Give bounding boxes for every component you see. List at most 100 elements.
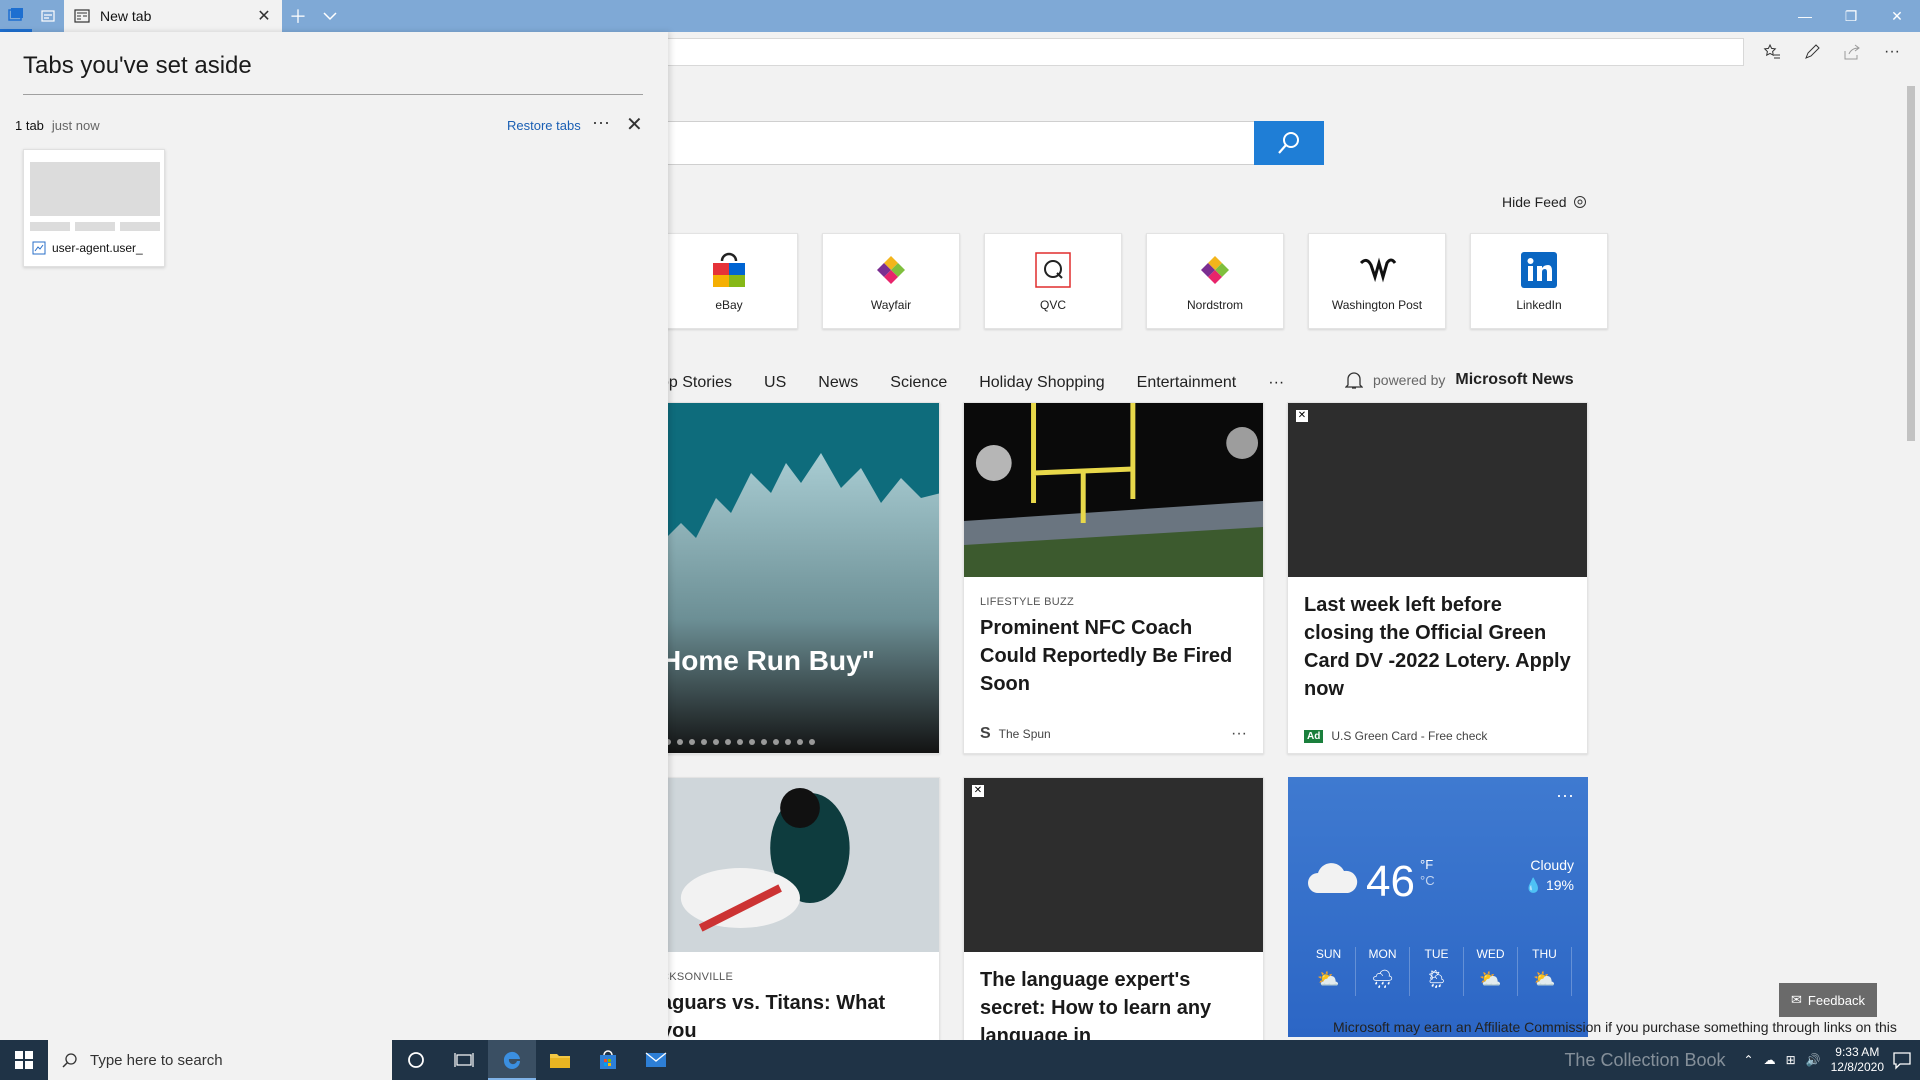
- close-tab-icon[interactable]: ✕: [256, 8, 272, 25]
- search-icon: [1278, 132, 1299, 154]
- sun-rain-icon: 🌦: [1425, 969, 1448, 989]
- forecast-day[interactable]: THU ⛅: [1518, 947, 1572, 996]
- wayfair-logo-icon: [871, 250, 911, 290]
- forecast-day[interactable]: TUE 🌦: [1410, 947, 1464, 996]
- powered-prefix: powered by: [1373, 372, 1446, 388]
- tab-list-chevron-icon[interactable]: [314, 0, 346, 32]
- tile-label: QVC: [1039, 298, 1066, 312]
- favorites-icon[interactable]: [1756, 36, 1788, 68]
- card-advertiser: U.S Green Card - Free check: [1331, 729, 1488, 743]
- ad-image-placeholder: ✕: [1288, 403, 1587, 577]
- action-center-icon[interactable]: [1892, 1050, 1912, 1070]
- set-aside-tabs-icon[interactable]: [0, 0, 32, 32]
- unit-celsius[interactable]: °C: [1420, 873, 1435, 889]
- top-site-nordstrom[interactable]: Nordstrom: [1146, 233, 1284, 329]
- publisher-logo-icon: S: [980, 725, 991, 742]
- task-view-button[interactable]: [440, 1040, 488, 1080]
- onedrive-icon[interactable]: ☁: [1764, 1053, 1776, 1067]
- show-hidden-icons-chevron-icon[interactable]: ⌃: [1744, 1053, 1754, 1067]
- address-bar[interactable]: [600, 38, 1744, 66]
- web-note-pen-icon[interactable]: [1796, 36, 1828, 68]
- scrollbar-thumb[interactable]: [1907, 86, 1915, 441]
- panel-divider: [23, 94, 643, 95]
- news-card-nfc[interactable]: LIFESTYLE BUZZ Prominent NFC Coach Could…: [963, 402, 1264, 754]
- ad-card-language[interactable]: ✕ The language expert's secret: How to l…: [963, 777, 1264, 1040]
- more-categories-button[interactable]: ···: [1268, 374, 1284, 392]
- search-submit-button[interactable]: [1254, 121, 1324, 165]
- category-news[interactable]: News: [818, 374, 858, 392]
- restore-tabs-link[interactable]: Restore tabs: [507, 118, 581, 133]
- feedback-icon: ✉: [1791, 992, 1802, 1007]
- edge-taskbar-button[interactable]: [488, 1040, 536, 1080]
- search-icon: [62, 1053, 77, 1068]
- settings-more-icon[interactable]: ···: [1876, 36, 1908, 68]
- start-button[interactable]: [0, 1040, 48, 1080]
- weather-units[interactable]: °F °C: [1420, 857, 1435, 889]
- new-tab-button[interactable]: ＋: [282, 0, 314, 32]
- taskbar-clock[interactable]: 9:33 AM 12/8/2020: [1831, 1045, 1884, 1075]
- network-icon[interactable]: ⊞: [1786, 1053, 1796, 1067]
- title-bar: New tab ✕ ＋ — ❐ ✕: [0, 0, 1920, 32]
- store-button[interactable]: [584, 1040, 632, 1080]
- forecast-day[interactable]: SUN ⛅: [1302, 947, 1356, 996]
- share-icon[interactable]: [1836, 36, 1868, 68]
- category-science[interactable]: Science: [890, 374, 947, 392]
- forecast-day-label: THU: [1532, 947, 1557, 961]
- cortana-icon: [408, 1052, 424, 1068]
- web-search-box: [560, 121, 1324, 165]
- top-site-linkedin[interactable]: LinkedIn: [1470, 233, 1608, 329]
- volume-icon[interactable]: 🔊: [1806, 1053, 1821, 1067]
- forecast-day[interactable]: WED ⛅: [1464, 947, 1518, 996]
- category-holiday-shopping[interactable]: Holiday Shopping: [979, 374, 1104, 392]
- hide-feed-button[interactable]: Hide Feed: [1502, 194, 1587, 210]
- mail-button[interactable]: [632, 1040, 680, 1080]
- edge-icon: [503, 1051, 520, 1069]
- ad-card-green-card[interactable]: ✕ Last week left before closing the Offi…: [1287, 402, 1588, 754]
- weather-condition: Cloudy: [1530, 857, 1574, 873]
- tab-new-tab[interactable]: New tab ✕: [64, 0, 282, 32]
- title-bar-drag-area[interactable]: [346, 0, 1782, 32]
- news-card-jaguars[interactable]: CKSONVILLE aguars vs. Titans: What you: [660, 777, 940, 1040]
- category-us[interactable]: US: [764, 374, 786, 392]
- sun-cloud-icon: ⛅: [1317, 969, 1340, 989]
- card-more-button[interactable]: ···: [1231, 725, 1247, 743]
- page-scrollbar[interactable]: [1902, 72, 1920, 1040]
- ad-badge: Ad: [1304, 729, 1324, 743]
- weather-more-button[interactable]: ···: [1556, 785, 1574, 806]
- taskbar-search-box[interactable]: Type here to search: [48, 1040, 392, 1080]
- forecast-day-label: WED: [1476, 947, 1505, 961]
- top-site-ebay[interactable]: eBay: [660, 233, 798, 329]
- feedback-button[interactable]: ✉ Feedback: [1779, 983, 1877, 1017]
- minimize-button[interactable]: —: [1782, 0, 1828, 32]
- show-tab-previews-icon[interactable]: [32, 0, 64, 32]
- store-icon: [600, 1050, 616, 1069]
- cortana-button[interactable]: [392, 1040, 440, 1080]
- category-entertainment[interactable]: Entertainment: [1137, 374, 1237, 392]
- qvc-logo-icon: [1033, 250, 1073, 290]
- top-site-washington-post[interactable]: Washington Post: [1308, 233, 1446, 329]
- linkedin-logo-icon: [1519, 250, 1559, 290]
- close-window-button[interactable]: ✕: [1874, 0, 1920, 32]
- tab-group-more-button[interactable]: ···: [592, 112, 610, 133]
- file-explorer-button[interactable]: [536, 1040, 584, 1080]
- windows-taskbar: Type here to search The Collection Book …: [0, 1040, 1920, 1080]
- hero-card[interactable]: Home Run Buy": [660, 402, 940, 754]
- clock-date: 12/8/2020: [1830, 1060, 1884, 1074]
- feed-categories: op Stories US News Science Holiday Shopp…: [660, 374, 1284, 392]
- panel-title: Tabs you've set aside: [23, 52, 252, 79]
- restore-button[interactable]: ❐: [1828, 0, 1874, 32]
- set-aside-tab-thumbnail[interactable]: user-agent.user_: [23, 149, 165, 267]
- forecast-day[interactable]: MON 🌧: [1356, 947, 1410, 996]
- tabs-set-aside-panel: Tabs you've set aside 1 tab just now Rest…: [0, 32, 668, 1040]
- top-site-qvc[interactable]: QVC: [984, 233, 1122, 329]
- top-site-wayfair[interactable]: Wayfair: [822, 233, 960, 329]
- unit-fahrenheit[interactable]: °F: [1420, 857, 1435, 873]
- weather-card[interactable]: ··· 46 °F °C Cloudy 💧 19% SUN ⛅ MON 🌧 TUE 🌦…: [1288, 777, 1588, 1037]
- ad-choices-close-icon[interactable]: ✕: [1296, 410, 1308, 422]
- tile-label: Washington Post: [1331, 298, 1423, 312]
- category-top-stories[interactable]: op Stories: [660, 374, 732, 392]
- close-tab-group-icon[interactable]: ✕: [626, 112, 643, 137]
- ad-choices-close-icon[interactable]: ✕: [972, 785, 984, 797]
- bell-icon[interactable]: [1345, 370, 1363, 390]
- weather-condition-block: Cloudy 💧 19%: [1525, 855, 1574, 895]
